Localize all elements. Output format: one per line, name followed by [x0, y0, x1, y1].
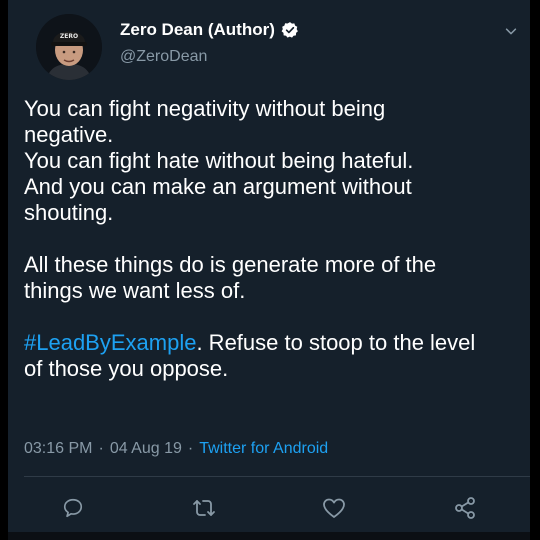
tweet-line: of those you oppose. [24, 356, 229, 381]
share-icon [454, 497, 475, 519]
share-button[interactable] [447, 490, 483, 526]
meta-separator: · [187, 440, 194, 457]
tweet-card: ZERO Zero Dean (Author) @ZeroDean You ca… [8, 0, 530, 540]
tweet-source-link[interactable]: Twitter for Android [199, 440, 328, 458]
divider [24, 476, 530, 477]
author-handle[interactable]: @ZeroDean [120, 48, 207, 66]
avatar[interactable]: ZERO [36, 14, 102, 80]
tweet-line: And you can make an argument without [24, 174, 412, 199]
tweet-line: You can fight hate without being hateful… [24, 148, 414, 173]
tweet-date: 04 Aug 19 [109, 440, 182, 457]
tweet-line: All these things do is generate more of … [24, 252, 437, 277]
tweet-actions [8, 489, 530, 527]
chevron-down-icon[interactable] [504, 24, 518, 38]
tweet-text-segment: . Refuse to stoop to the level [196, 330, 476, 355]
avatar-image: ZERO [36, 14, 102, 80]
author-name-row: Zero Dean (Author) [120, 20, 299, 40]
tweet-time: 03:16 PM [24, 440, 93, 457]
author-display-name[interactable]: Zero Dean (Author) [120, 20, 275, 40]
hashtag-link[interactable]: #LeadByExample [24, 330, 196, 355]
reply-button[interactable] [55, 490, 91, 526]
reply-icon [64, 498, 83, 518]
verified-badge-icon [281, 22, 298, 38]
like-button[interactable] [316, 490, 352, 526]
tweet-line: negative. [24, 122, 114, 147]
avatar-cap-text: ZERO [60, 33, 78, 40]
meta-separator: · [98, 440, 104, 457]
tweet-meta: 03:16 PM · 04 Aug 19 · Twitter for Andro… [24, 440, 328, 458]
tweet-line: You can fight negativity without being [24, 96, 386, 121]
tweet-line: #LeadByExample. Refuse to stoop to the l… [24, 330, 520, 356]
heart-icon [323, 498, 346, 518]
tweet-text: You can fight negativity without being n… [24, 96, 520, 382]
tweet-line: things we want less of. [24, 278, 246, 303]
tweet-line: shouting. [24, 200, 114, 225]
retweet-icon [192, 500, 215, 516]
retweet-button[interactable] [186, 490, 222, 526]
